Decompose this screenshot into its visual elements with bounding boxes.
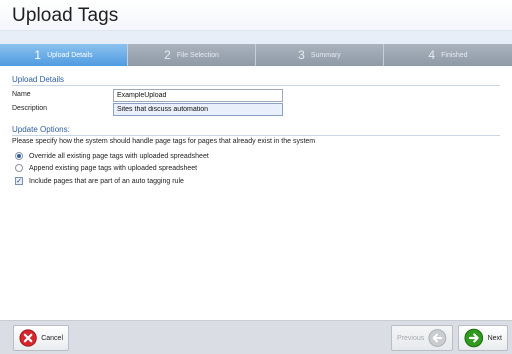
description-field[interactable] [113,103,283,116]
wizard-steps: 1 Upload Details 2 File Selection 3 Summ… [0,44,512,66]
step-number: 3 [298,48,305,62]
step-summary[interactable]: 3 Summary [256,44,384,66]
step-label: Summary [310,51,341,59]
radio-selected-dot [17,154,21,158]
name-field[interactable] [113,89,283,102]
arrow-right-icon [464,328,484,348]
step-file-selection[interactable]: 2 File Selection [128,44,256,66]
checkmark-icon: ✓ [16,177,22,185]
step-label: Upload Details [47,51,93,59]
arrow-left-icon [428,329,447,347]
update-options-instructions: Please specify how the system should han… [12,138,316,145]
radio-override[interactable] [15,152,23,160]
radio-append-label: Append existing page tags with uploaded … [29,164,198,172]
step-finished[interactable]: 4 Finished [384,44,512,66]
checkbox-auto-tagging[interactable]: ✓ [15,177,23,185]
checkbox-auto-tagging-option[interactable]: ✓ Include pages that are part of an auto… [15,177,184,185]
cancel-button[interactable]: Cancel [13,325,69,351]
step-number: 2 [164,48,171,62]
radio-override-option[interactable]: Override all existing page tags with upl… [15,152,209,160]
update-options-heading: Update Options: [12,125,70,134]
section-divider [12,135,500,136]
upload-details-heading: Upload Details [12,75,65,84]
checkbox-auto-tagging-label: Include pages that are part of an auto t… [29,177,184,185]
cancel-label: Cancel [41,334,63,342]
title-bar: Upload Tags [0,0,512,31]
radio-append[interactable] [15,164,23,172]
name-label: Name [12,91,31,98]
window-title: Upload Tags [12,5,119,26]
title-subband [0,31,512,44]
section-divider [12,85,500,86]
radio-override-label: Override all existing page tags with upl… [29,152,209,160]
next-button[interactable]: Next [458,325,508,351]
step-number: 4 [428,48,436,62]
previous-button[interactable]: Previous [391,325,453,351]
radio-append-option[interactable]: Append existing page tags with uploaded … [15,164,197,172]
cancel-x-icon [19,329,37,347]
previous-label: Previous [397,334,425,342]
next-label: Next [487,334,502,342]
step-upload-details[interactable]: 1 Upload Details [0,44,128,66]
step-label: File Selection [176,51,219,59]
description-label: Description [12,105,48,112]
step-label: Finished [441,51,468,59]
step-number: 1 [34,48,42,62]
